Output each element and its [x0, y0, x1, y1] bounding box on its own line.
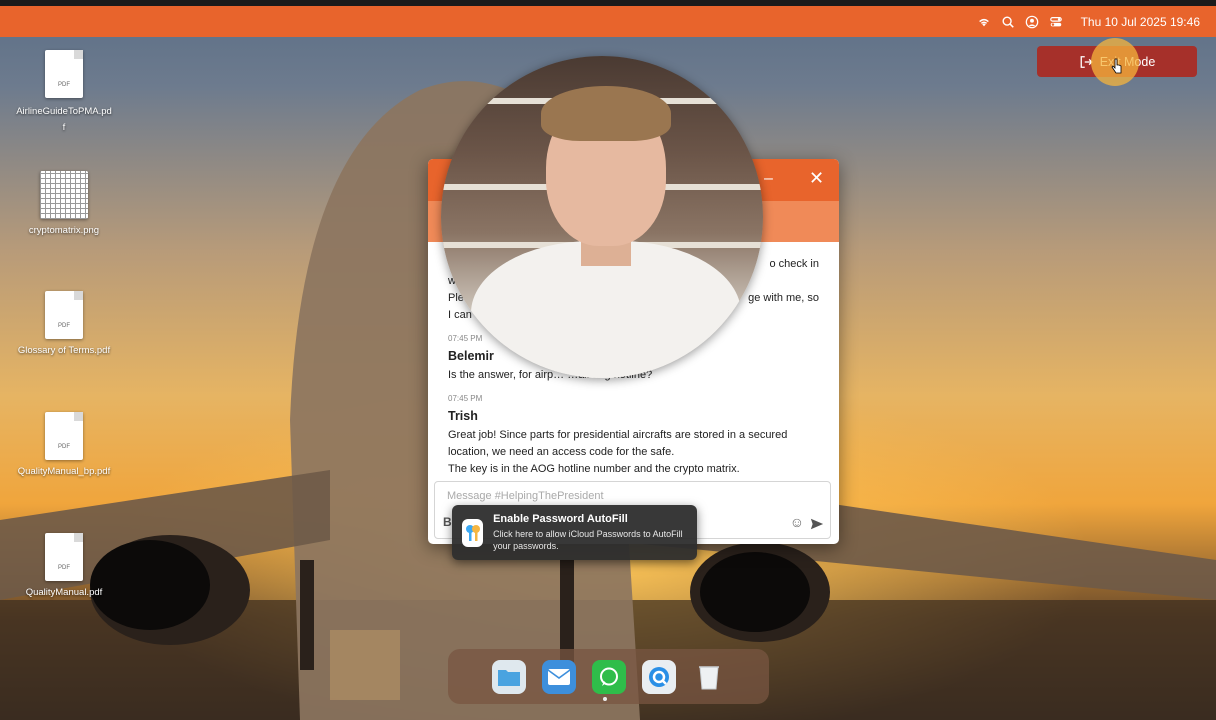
- message-time: 07:45 PM: [448, 394, 483, 403]
- message-item: 07:45 PM Trish Great job! Since parts fo…: [448, 390, 819, 478]
- file-label: AirlineGuideToPMA.pd f: [16, 106, 112, 133]
- pdf-file-icon: PDF: [45, 412, 83, 460]
- autofill-title: Enable Password AutoFill: [493, 513, 628, 525]
- message-text: location, we need an access code for the…: [448, 446, 675, 458]
- pdf-file-icon: PDF: [45, 533, 83, 581]
- message-text: Great job! Since parts for presidential …: [448, 429, 788, 441]
- menubar-clock[interactable]: Thu 10 Jul 2025 19:46: [1081, 15, 1200, 29]
- autofill-description: Click here to allow iCloud Passwords to …: [493, 529, 683, 551]
- video-person-hair: [541, 86, 671, 141]
- bold-button[interactable]: B: [443, 515, 452, 529]
- file-type-badge: PDF: [58, 444, 70, 450]
- dock-running-indicator: [603, 697, 607, 701]
- pdf-file-icon: PDF: [45, 291, 83, 339]
- whatsapp-icon[interactable]: [591, 659, 626, 694]
- password-autofill-popup[interactable]: Enable Password AutoFill Click here to a…: [452, 505, 697, 560]
- cursor-icon: [1111, 58, 1122, 74]
- message-text: The key is in the AOG hotline number and…: [448, 463, 740, 475]
- close-icon[interactable]: ✕: [809, 168, 824, 189]
- file-label: cryptomatrix.png: [28, 225, 100, 236]
- file-label: QualityManual_bp.pdf: [17, 466, 111, 477]
- trash-icon[interactable]: [692, 660, 726, 694]
- desktop-file-cryptomatrix[interactable]: cryptomatrix.png: [9, 171, 119, 236]
- mail-icon[interactable]: [541, 659, 576, 694]
- send-icon[interactable]: [810, 517, 824, 531]
- menu-bar: Thu 10 Jul 2025 19:46: [0, 6, 1216, 37]
- message-text: o check in: [769, 258, 819, 270]
- pdf-file-icon: PDF: [45, 50, 83, 98]
- user-icon[interactable]: [1025, 15, 1039, 29]
- files-icon[interactable]: [491, 659, 526, 694]
- desktop-file-quality-manual-bp[interactable]: PDF QualityManual_bp.pdf: [9, 412, 119, 477]
- wifi-icon[interactable]: [977, 15, 991, 29]
- file-type-badge: PDF: [58, 565, 70, 571]
- browser-icon[interactable]: [641, 659, 676, 694]
- dock: [448, 649, 769, 704]
- image-file-icon: [40, 171, 88, 219]
- control-center-icon[interactable]: [1049, 15, 1063, 29]
- message-text: I can: [448, 309, 472, 321]
- file-label: QualityManual.pdf: [25, 587, 103, 598]
- message-author[interactable]: Trish: [448, 408, 819, 425]
- file-label: Glossary of Terms.pdf: [17, 345, 111, 356]
- desktop-file-quality-manual[interactable]: PDF QualityManual.pdf: [9, 533, 119, 598]
- passwords-key-icon: [462, 518, 484, 547]
- file-type-badge: PDF: [58, 82, 70, 88]
- emoji-icon[interactable]: ☺: [790, 514, 804, 530]
- desktop-file-glossary[interactable]: PDF Glossary of Terms.pdf: [9, 291, 119, 356]
- file-type-badge: PDF: [58, 323, 70, 329]
- minimize-icon[interactable]: –: [764, 170, 773, 188]
- message-text: ge with me, so: [748, 292, 819, 304]
- webcam-video-overlay[interactable]: [441, 56, 763, 378]
- desktop-file-airline-guide[interactable]: PDF AirlineGuideToPMA.pd f: [9, 50, 119, 136]
- search-icon[interactable]: [1001, 15, 1015, 29]
